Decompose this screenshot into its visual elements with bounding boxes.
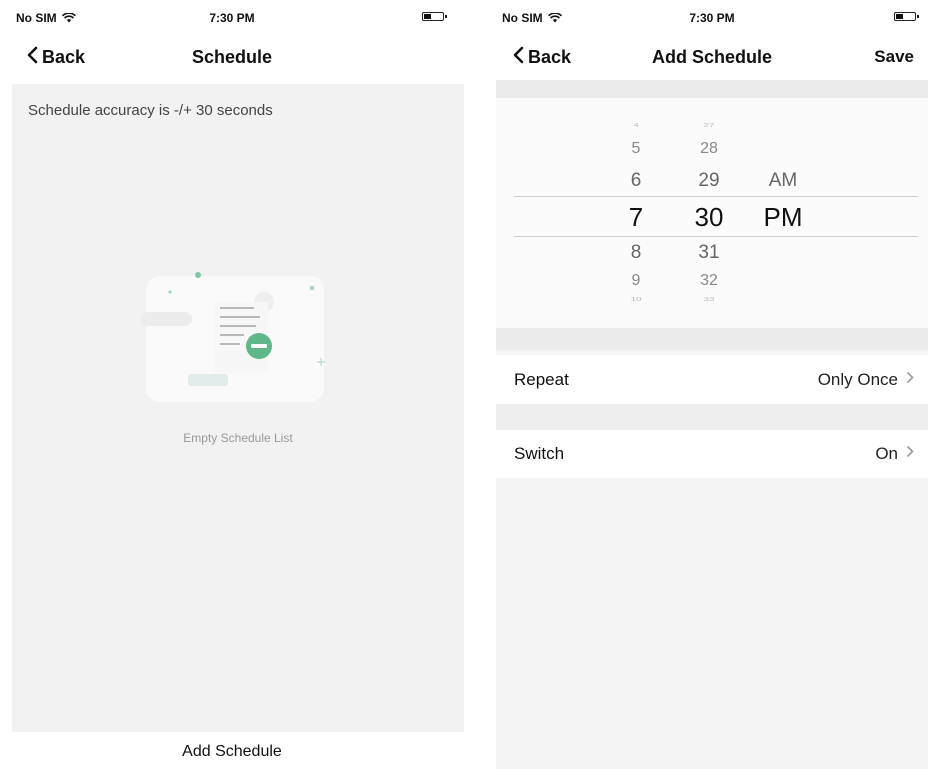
- section-divider: [496, 404, 928, 430]
- schedule-list-area: Schedule accuracy is -/+ 30 seconds + Em…: [12, 84, 464, 732]
- nav-bar: Back Schedule: [0, 38, 464, 78]
- period-option-am: AM: [768, 170, 798, 191]
- period-wheel[interactable]: AM PM: [758, 98, 808, 328]
- switch-value: On: [875, 444, 898, 463]
- accuracy-note: Schedule accuracy is -/+ 30 seconds: [28, 102, 273, 119]
- status-time: 7:30 PM: [209, 11, 255, 25]
- status-bar: No SIM 7:30 PM: [0, 0, 464, 34]
- hour-option: 6: [630, 170, 642, 191]
- repeat-label: Repeat: [514, 370, 569, 389]
- selected-period: PM: [763, 202, 803, 232]
- minute-wheel[interactable]: 27 28 29 30 31 32 33: [684, 98, 734, 328]
- switch-row[interactable]: Switch On: [496, 430, 928, 478]
- hour-option: 9: [631, 272, 641, 289]
- repeat-value: Only Once: [817, 370, 898, 389]
- minute-option: 33: [703, 296, 715, 303]
- chevron-right-icon: [906, 371, 914, 389]
- empty-list-label: Empty Schedule List: [183, 431, 293, 445]
- selected-hour: 7: [628, 202, 644, 232]
- selected-minute: 30: [694, 202, 724, 232]
- minute-option: 29: [698, 170, 720, 191]
- battery-icon: [422, 12, 447, 21]
- status-time: 7:30 PM: [689, 11, 735, 25]
- time-picker[interactable]: 4 5 6 7 8 9 10 27 28 29 30 31 32 33 AM P…: [496, 80, 928, 355]
- hour-wheel[interactable]: 4 5 6 7 8 9 10: [616, 98, 656, 328]
- page-title: Add Schedule: [651, 47, 772, 67]
- minute-option: 31: [698, 242, 720, 263]
- hour-option: 10: [630, 296, 642, 303]
- switch-label: Switch: [514, 444, 565, 463]
- hour-option: 5: [631, 140, 641, 157]
- schedule-screen: No SIM 7:30 PM Back Schedule Schedule ac…: [0, 0, 464, 769]
- minute-option: 32: [700, 272, 718, 289]
- page-title: Schedule: [191, 47, 273, 67]
- hour-option: 4: [633, 122, 639, 129]
- chevron-right-icon: [906, 445, 914, 463]
- add-schedule-screen: No SIM 7:30 PM Back Add Schedule Save 4 …: [464, 0, 928, 769]
- minute-option: 28: [700, 140, 718, 157]
- svg-text:+: +: [316, 355, 326, 369]
- hour-option: 8: [630, 242, 642, 263]
- empty-content-area: [496, 478, 928, 769]
- minute-option: 27: [703, 122, 715, 129]
- status-bar: No SIM 7:30 PM: [464, 0, 928, 34]
- add-schedule-button[interactable]: Add Schedule: [0, 743, 464, 761]
- save-button[interactable]: Save: [874, 47, 914, 67]
- empty-list-illustration-icon: +: [140, 272, 340, 407]
- nav-bar: Back Add Schedule Save: [496, 38, 928, 78]
- battery-icon: [894, 12, 919, 21]
- repeat-row[interactable]: Repeat Only Once: [496, 356, 928, 404]
